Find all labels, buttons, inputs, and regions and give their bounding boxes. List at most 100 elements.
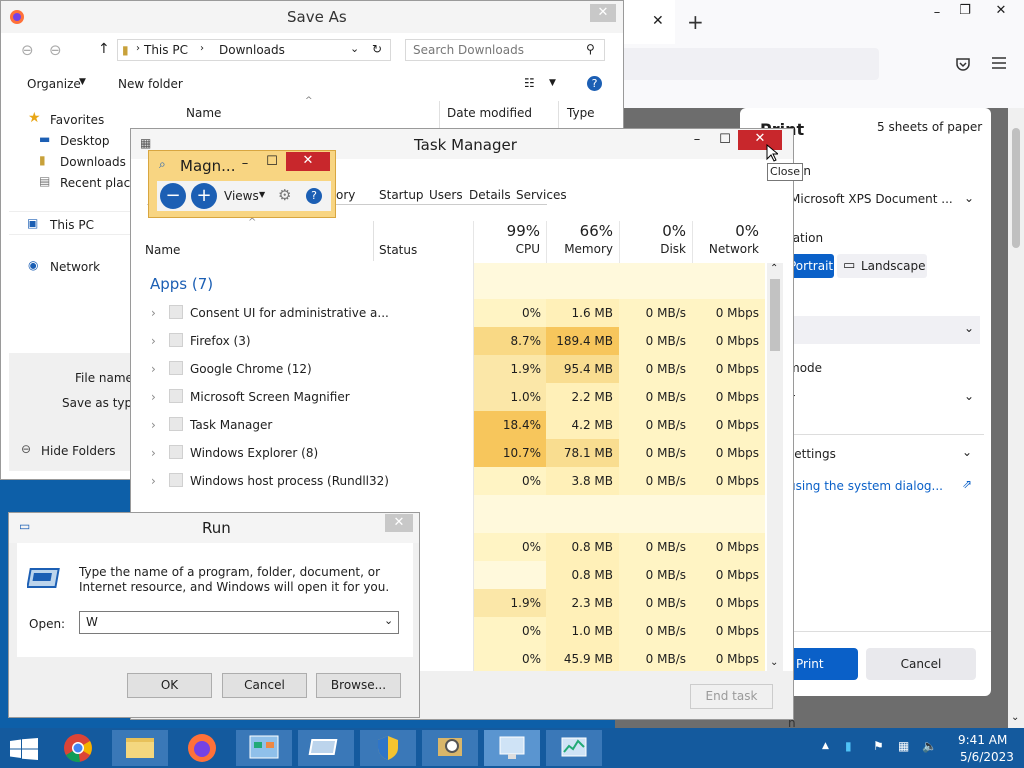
column-status[interactable]: Status: [379, 243, 417, 257]
close-icon[interactable]: ✕: [590, 4, 616, 22]
gear-icon[interactable]: ⚙: [278, 186, 291, 204]
volume-icon[interactable]: 🔈: [922, 739, 937, 753]
help-icon[interactable]: ?: [587, 76, 602, 91]
scroll-down-icon[interactable]: ⌄: [1011, 712, 1019, 723]
close-icon[interactable]: ✕: [989, 2, 1013, 20]
chevron-down-icon[interactable]: ▼: [549, 78, 556, 88]
address-bar[interactable]: ▮ › This PC › Downloads ⌄ ↻: [117, 39, 391, 61]
scrollbar-thumb[interactable]: [1012, 128, 1020, 248]
column-name[interactable]: Name: [145, 243, 180, 257]
pages-select[interactable]: ⌄: [784, 316, 980, 344]
view-options-icon[interactable]: ☷: [524, 76, 535, 90]
browse-button[interactable]: Browse...: [316, 673, 401, 698]
process-row[interactable]: › Firefox (3) 8.7% 189.4 MB 0 MB/s 0 Mbps: [139, 327, 769, 355]
maximize-icon[interactable]: ☐: [713, 131, 737, 149]
remote-desktop-icon[interactable]: [484, 730, 540, 766]
column-date-modified[interactable]: Date modified: [447, 106, 532, 120]
chevron-down-icon[interactable]: ⌄: [384, 614, 393, 627]
process-row[interactable]: › Microsoft Screen Magnifier 1.0% 2.2 MB 0 M…: [139, 383, 769, 411]
zoom-out-button[interactable]: −: [160, 183, 186, 209]
file-explorer-icon[interactable]: [112, 730, 168, 766]
nav-network[interactable]: Network: [50, 260, 100, 274]
end-task-button[interactable]: End task: [690, 684, 773, 709]
search-box[interactable]: Search Downloads ⚲: [405, 39, 605, 61]
close-tab-icon[interactable]: ✕: [652, 13, 664, 29]
up-arrow-icon[interactable]: ↑: [98, 41, 110, 57]
nav-this-pc[interactable]: This PC: [50, 218, 94, 232]
url-bar[interactable]: [615, 48, 879, 80]
tab-services[interactable]: Services: [516, 188, 567, 202]
forward-arrow-icon[interactable]: ⊖: [49, 41, 62, 59]
help-icon[interactable]: ?: [306, 188, 322, 204]
expand-icon[interactable]: ›: [151, 418, 156, 432]
chrome-icon[interactable]: [50, 730, 106, 766]
firefox-icon[interactable]: [174, 730, 230, 766]
cancel-button[interactable]: Cancel: [866, 648, 976, 680]
ok-button[interactable]: OK: [127, 673, 212, 698]
close-icon[interactable]: ✕: [286, 152, 330, 171]
tray-app-icon[interactable]: ▮: [845, 739, 852, 753]
landscape-option[interactable]: ▭ Landscape: [837, 254, 927, 278]
tab-users[interactable]: Users: [429, 188, 463, 202]
scroll-down-icon[interactable]: ⌄: [770, 657, 778, 668]
column-memory[interactable]: 66% Memory: [546, 221, 619, 263]
print-button[interactable]: Print: [784, 648, 858, 680]
expand-icon[interactable]: ›: [151, 390, 156, 404]
network-tray-icon[interactable]: ▦: [898, 739, 909, 753]
new-tab-button[interactable]: +: [687, 10, 704, 34]
back-arrow-icon[interactable]: ⊖: [21, 41, 34, 59]
minimize-icon[interactable]: –: [235, 155, 255, 173]
run-icon[interactable]: [298, 730, 354, 766]
clock-time[interactable]: 9:41 AM: [958, 733, 1007, 747]
expand-icon[interactable]: ›: [151, 334, 156, 348]
maximize-icon[interactable]: ☐: [262, 153, 282, 171]
zoom-in-button[interactable]: +: [191, 183, 217, 209]
scroll-up-icon[interactable]: ⌃: [770, 263, 778, 274]
minimize-icon[interactable]: –: [685, 131, 709, 149]
new-folder-button[interactable]: New folder: [118, 77, 183, 91]
color-mode-select[interactable]: r ⌄: [784, 384, 980, 412]
more-settings-toggle[interactable]: settings ⌄: [784, 442, 984, 466]
tab-details[interactable]: Details: [469, 188, 511, 202]
process-row[interactable]: › Consent UI for administrative a... 0% 1.6…: [139, 299, 769, 327]
destination-select[interactable]: Microsoft XPS Document ... ⌄: [784, 186, 980, 214]
control-panel-icon[interactable]: [236, 730, 292, 766]
tab-app-history[interactable]: ory: [336, 188, 355, 202]
expand-icon[interactable]: ›: [151, 306, 156, 320]
breadcrumb-this-pc[interactable]: This PC: [144, 43, 188, 57]
tab-startup[interactable]: Startup: [379, 188, 424, 202]
clock-date[interactable]: 5/6/2023: [960, 750, 1014, 764]
breadcrumb-downloads[interactable]: Downloads: [219, 43, 285, 57]
apps-group-header[interactable]: Apps (7): [150, 275, 213, 293]
process-row[interactable]: › Google Chrome (12) 1.9% 95.4 MB 0 MB/s 0 Mb…: [139, 355, 769, 383]
chevron-down-icon[interactable]: ⌄: [350, 42, 359, 55]
expand-icon[interactable]: ›: [151, 474, 156, 488]
security-icon[interactable]: [360, 730, 416, 766]
firefox-scrollbar[interactable]: ⌄: [1008, 108, 1024, 728]
firefox-tab[interactable]: ✕: [615, 0, 675, 44]
process-row[interactable]: › Windows Explorer (8) 10.7% 78.1 MB 0 MB/s 0…: [139, 439, 769, 467]
close-icon[interactable]: ✕: [385, 514, 413, 532]
maximize-icon[interactable]: ❐: [953, 2, 977, 20]
column-cpu[interactable]: 99% CPU: [474, 221, 546, 263]
open-input-value[interactable]: W: [86, 615, 98, 629]
scrollbar-thumb[interactable]: [770, 279, 780, 351]
show-hidden-icons[interactable]: ▲: [822, 741, 829, 751]
menu-icon[interactable]: [992, 57, 1006, 69]
nav-downloads[interactable]: Downloads: [60, 155, 126, 169]
organize-button[interactable]: Organize: [27, 77, 81, 91]
system-dialog-link[interactable]: using the system dialog...: [788, 479, 943, 493]
hide-folders-button[interactable]: Hide Folders: [41, 444, 116, 458]
column-type[interactable]: Type: [567, 106, 595, 120]
open-combobox[interactable]: W ⌄: [79, 611, 399, 634]
nav-desktop[interactable]: Desktop: [60, 134, 110, 148]
process-row[interactable]: › Task Manager 18.4% 4.2 MB 0 MB/s 0 Mbps: [139, 411, 769, 439]
action-center-icon[interactable]: ⚑: [873, 739, 884, 753]
column-network[interactable]: 0% Network: [692, 221, 765, 263]
views-button[interactable]: Views: [224, 189, 259, 203]
scrollbar[interactable]: ⌃ ⌄: [767, 263, 783, 671]
cancel-button[interactable]: Cancel: [222, 673, 307, 698]
process-row[interactable]: › Windows host process (Rundll32) 0% 3.8 MB…: [139, 467, 769, 495]
pocket-icon[interactable]: [955, 56, 971, 72]
expand-icon[interactable]: ›: [151, 446, 156, 460]
